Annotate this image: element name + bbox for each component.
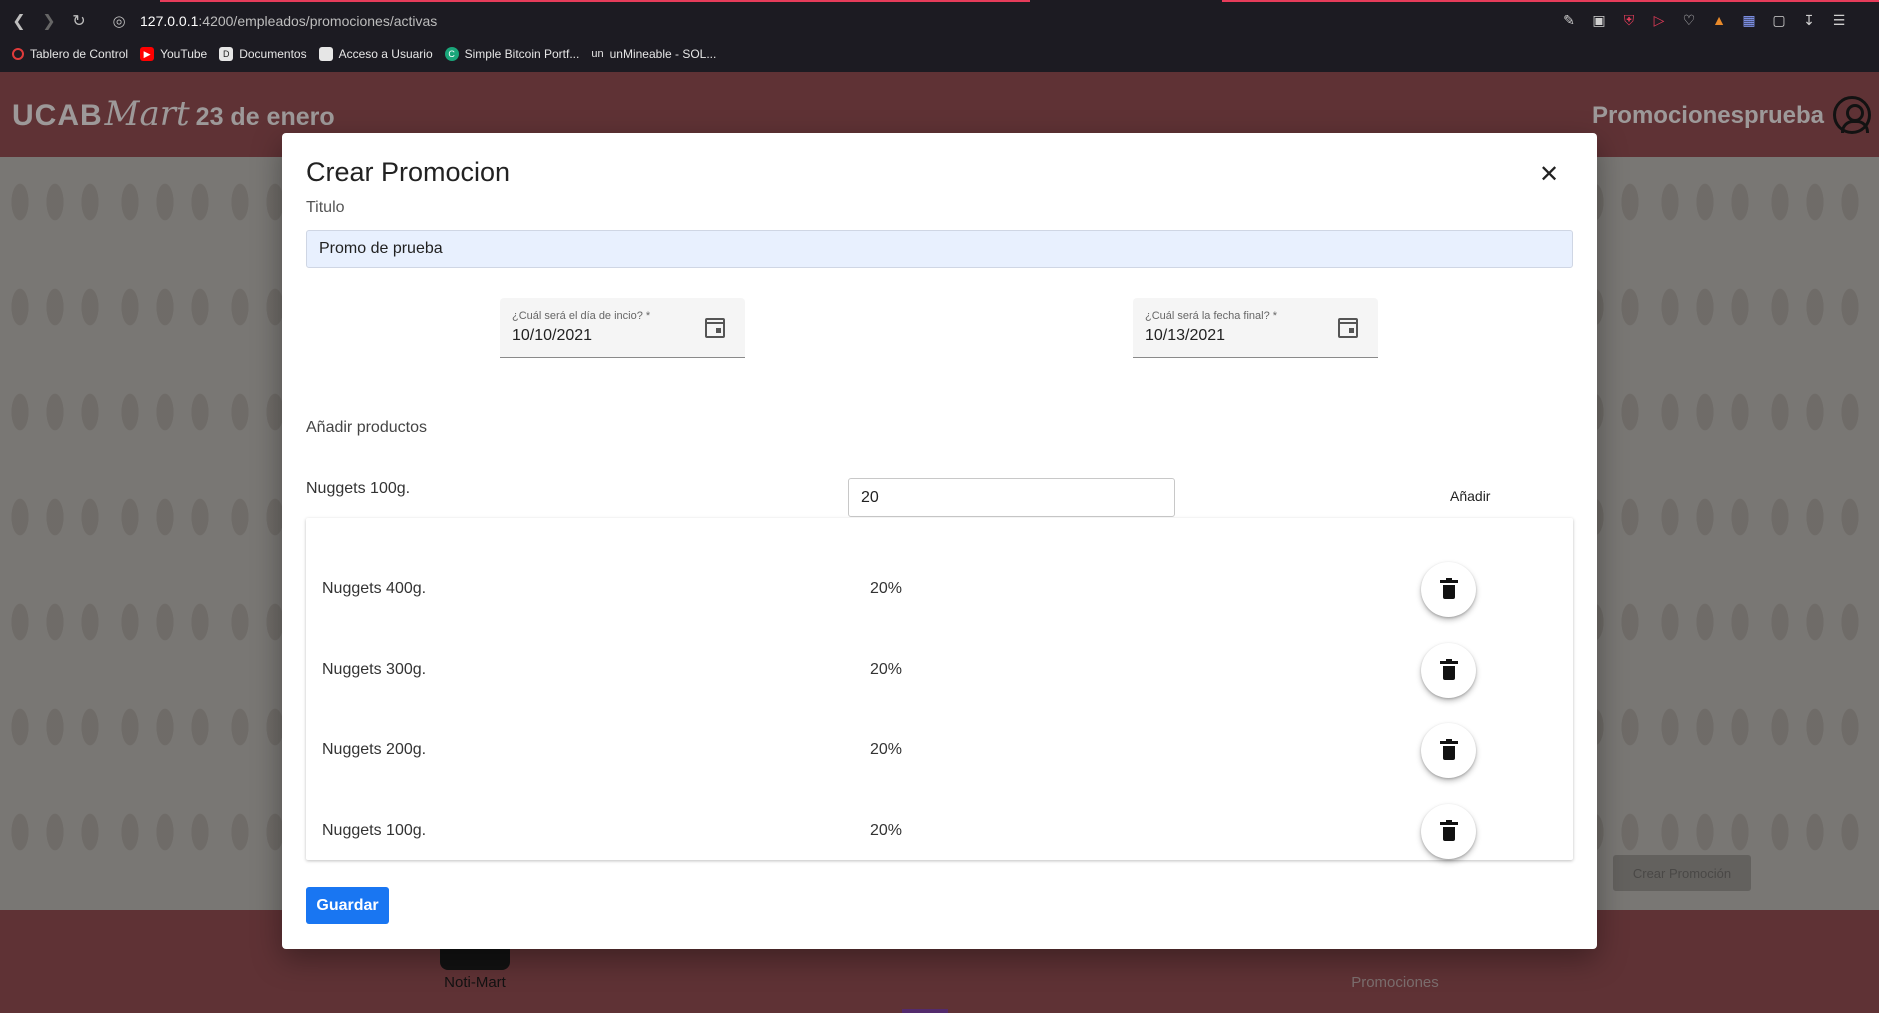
- bookmark-item[interactable]: ▶ YouTube: [140, 47, 207, 61]
- nav-row: ❮ ❯ ↻ ◎ 127.0.0.1:4200/empleados/promoci…: [0, 0, 1879, 42]
- bitcoin-icon: C: [444, 47, 459, 61]
- browser-chrome: ❮ ❯ ↻ ◎ 127.0.0.1:4200/empleados/promoci…: [0, 0, 1879, 72]
- bookmark-label: Documentos: [239, 47, 307, 61]
- site-info-icon[interactable]: ◎: [110, 12, 128, 30]
- bookmark-item[interactable]: C Simple Bitcoin Portf...: [444, 47, 580, 61]
- start-date-label: ¿Cuál será el día de incio? *: [512, 310, 651, 322]
- bookmark-label: Acceso a Usuario: [338, 47, 433, 61]
- edit-icon[interactable]: ✎: [1559, 10, 1579, 30]
- titulo-input[interactable]: [306, 230, 1573, 268]
- bookmark-item[interactable]: D Documentos: [219, 47, 307, 61]
- bookmarks-bar: Tablero de Control ▶ YouTube D Documento…: [12, 44, 716, 64]
- bookmark-label: unMineable - SOL...: [609, 47, 717, 61]
- bookmark-label: YouTube: [160, 47, 208, 61]
- unmineable-icon: un: [591, 48, 604, 60]
- end-date-label: ¿Cuál será la fecha final? *: [1145, 310, 1278, 322]
- delete-button[interactable]: [1421, 562, 1476, 617]
- product-name: Nuggets 300g.: [322, 661, 427, 678]
- trash-icon: [1439, 819, 1458, 841]
- table-row: Nuggets 300g. 20%: [306, 641, 1573, 701]
- percent-input[interactable]: [848, 478, 1175, 517]
- heart-icon[interactable]: ♡: [1679, 10, 1699, 30]
- product-name: Nuggets 200g.: [322, 741, 427, 758]
- create-promotion-dialog: Crear Promocion ✕ Titulo ¿Cuál será el d…: [282, 133, 1597, 949]
- product-percent: 20%: [870, 580, 903, 597]
- bookmark-label: Simple Bitcoin Portf...: [464, 47, 580, 61]
- bookmark-item[interactable]: Tablero de Control: [12, 47, 128, 61]
- url-path: :4200/empleados/promociones/activas: [198, 13, 438, 29]
- play-icon[interactable]: ▷: [1649, 10, 1669, 30]
- product-percent: 20%: [870, 741, 903, 758]
- product-percent: 20%: [870, 822, 903, 839]
- delete-button[interactable]: [1421, 804, 1476, 859]
- url-host: 127.0.0.1: [140, 13, 199, 29]
- forward-icon[interactable]: ❯: [36, 8, 62, 34]
- camera-icon[interactable]: ▣: [1589, 10, 1609, 30]
- selected-product[interactable]: Nuggets 100g.: [306, 480, 410, 498]
- delete-button[interactable]: [1421, 643, 1476, 698]
- dashboard-icon: [12, 48, 24, 60]
- grid-icon[interactable]: ▦: [1739, 10, 1759, 30]
- products-table: Nuggets 400g. 20% Nuggets 300g. 20% Nugg…: [306, 518, 1573, 860]
- dialog-title: Crear Promocion: [306, 157, 511, 187]
- table-row: Nuggets 200g. 20%: [306, 721, 1573, 781]
- start-date-field[interactable]: ¿Cuál será el día de incio? * 10/10/2021: [500, 298, 745, 358]
- trash-icon: [1439, 658, 1458, 680]
- trash-icon: [1439, 577, 1458, 599]
- end-date-value: 10/13/2021: [1145, 327, 1226, 344]
- document-icon: D: [219, 47, 234, 61]
- bookmark-label: Tablero de Control: [30, 47, 129, 61]
- back-icon[interactable]: ❮: [6, 8, 32, 34]
- titulo-label: Titulo: [306, 199, 345, 216]
- address-bar[interactable]: 127.0.0.1:4200/empleados/promociones/act…: [140, 13, 437, 29]
- product-name: Nuggets 100g.: [322, 822, 427, 839]
- shield-icon[interactable]: ⛨: [1619, 10, 1639, 30]
- end-date-field[interactable]: ¿Cuál será la fecha final? * 10/13/2021: [1133, 298, 1378, 358]
- product-name: Nuggets 400g.: [322, 580, 427, 597]
- youtube-icon: ▶: [140, 47, 155, 61]
- download-icon[interactable]: ↧: [1799, 10, 1819, 30]
- menu-icon[interactable]: ☰: [1829, 10, 1849, 30]
- add-products-label: Añadir productos: [306, 419, 427, 436]
- fox-icon[interactable]: ▲: [1709, 10, 1729, 30]
- close-icon[interactable]: ✕: [1537, 163, 1561, 187]
- table-row: Nuggets 400g. 20%: [306, 560, 1573, 620]
- file-icon: [318, 47, 333, 61]
- table-row: Nuggets 100g. 20%: [306, 802, 1573, 862]
- product-percent: 20%: [870, 661, 903, 678]
- bookmark-item[interactable]: un unMineable - SOL...: [591, 47, 716, 61]
- extension-icons: ✎ ▣ ⛨ ▷ ♡ ▲ ▦ ▢ ↧ ☰: [1559, 10, 1849, 30]
- bookmark-item[interactable]: Acceso a Usuario: [318, 47, 433, 61]
- add-product-button[interactable]: Añadir: [1450, 488, 1490, 504]
- delete-button[interactable]: [1421, 723, 1476, 778]
- calendar-icon[interactable]: [1338, 318, 1358, 338]
- calendar-icon[interactable]: [705, 318, 725, 338]
- trash-icon: [1439, 738, 1458, 760]
- cube-icon[interactable]: ▢: [1769, 10, 1789, 30]
- save-button[interactable]: Guardar: [306, 887, 389, 924]
- start-date-value: 10/10/2021: [512, 327, 593, 344]
- reload-icon[interactable]: ↻: [66, 8, 92, 34]
